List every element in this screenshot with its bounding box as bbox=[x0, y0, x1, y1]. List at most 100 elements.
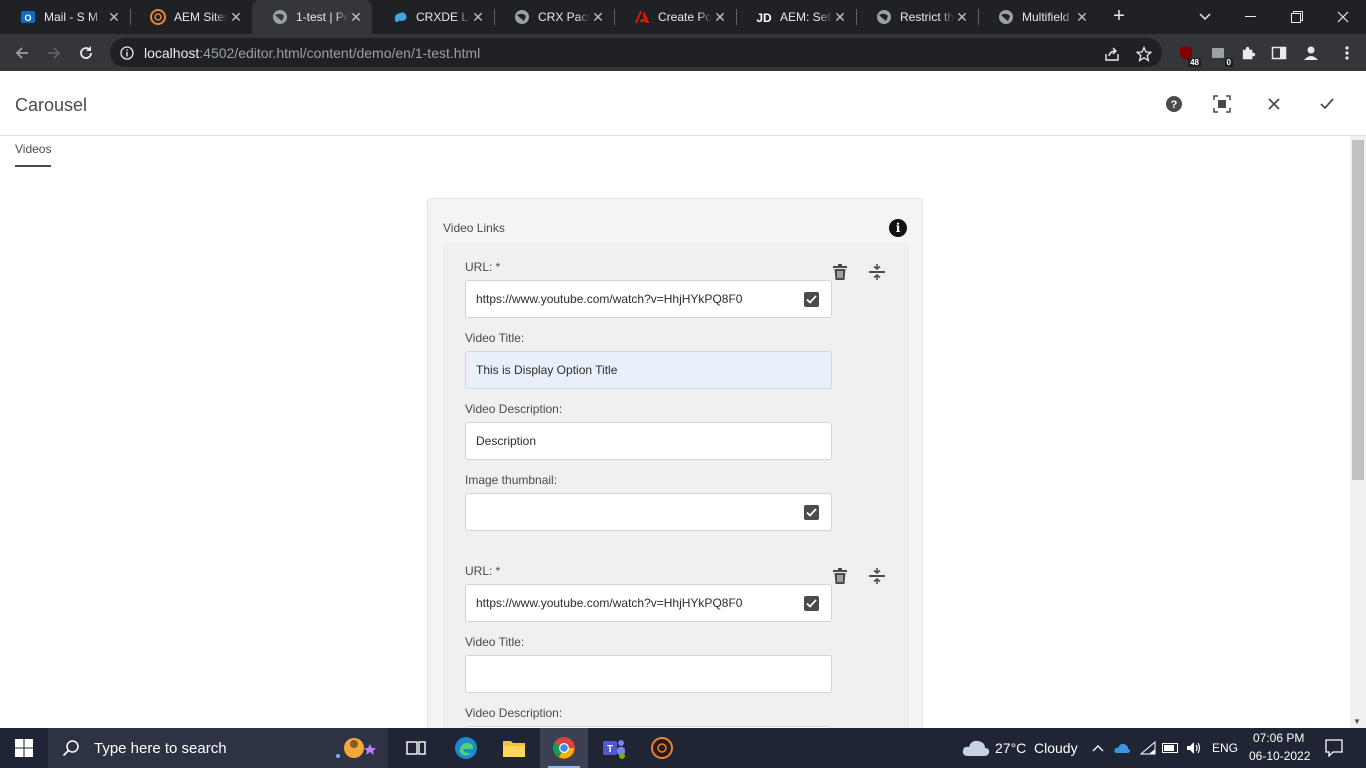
task-view-button[interactable] bbox=[392, 728, 440, 768]
close-tab-icon[interactable]: ✕ bbox=[954, 9, 970, 26]
close-tab-icon[interactable]: ✕ bbox=[470, 9, 486, 26]
chrome-taskbar-icon[interactable] bbox=[540, 728, 588, 768]
side-panel-icon[interactable] bbox=[1268, 42, 1290, 64]
url-picker-button[interactable] bbox=[792, 280, 832, 318]
thumbnail-picker-button[interactable] bbox=[792, 493, 832, 531]
image-thumbnail-input[interactable] bbox=[465, 493, 793, 531]
browser-tab-create-post[interactable]: Create Pos ✕ bbox=[614, 0, 736, 34]
dialog-header: Carousel ? bbox=[0, 71, 1366, 136]
clock-date[interactable]: 06-10-2022 bbox=[1249, 749, 1310, 763]
weather-temperature[interactable]: 27°C bbox=[995, 740, 1026, 756]
close-tab-icon[interactable]: ✕ bbox=[228, 9, 244, 26]
svg-text:?: ? bbox=[1171, 99, 1178, 111]
browser-tab-multifield[interactable]: Multifield ✕ bbox=[978, 0, 1098, 34]
outlook-icon: O bbox=[20, 9, 36, 25]
video-title-label: Video Title: bbox=[465, 635, 525, 649]
close-tab-icon[interactable]: ✕ bbox=[1074, 9, 1090, 26]
minimize-button[interactable] bbox=[1228, 0, 1274, 34]
bookmark-star-icon[interactable] bbox=[1135, 45, 1153, 63]
crxde-icon bbox=[392, 9, 408, 25]
info-icon[interactable]: i bbox=[889, 219, 907, 237]
browser-tab-1-test[interactable]: 1-test | Pe ✕ bbox=[252, 0, 372, 34]
search-placeholder: Type here to search bbox=[94, 739, 227, 757]
language-indicator[interactable]: ENG bbox=[1212, 741, 1238, 755]
video-description-input[interactable]: Description bbox=[465, 422, 832, 460]
back-button[interactable] bbox=[9, 40, 35, 66]
tab-title: Restrict the bbox=[900, 10, 954, 24]
url-label: URL: * bbox=[465, 564, 501, 578]
network-icon[interactable] bbox=[1140, 740, 1156, 756]
scrollbar-thumb[interactable] bbox=[1352, 140, 1364, 480]
extension-icon[interactable]: 0 bbox=[1207, 42, 1233, 67]
address-bar[interactable]: localhost:4502/editor.html/content/demo/… bbox=[110, 38, 1162, 67]
onedrive-icon[interactable] bbox=[1114, 740, 1130, 756]
close-icon[interactable] bbox=[1264, 94, 1284, 114]
tab-title: Mail - S M bbox=[44, 10, 98, 24]
edge-browser-icon[interactable] bbox=[442, 728, 490, 768]
search-highlight-icon[interactable] bbox=[330, 734, 380, 767]
tab-videos[interactable]: Videos bbox=[15, 142, 52, 167]
clock-time[interactable]: 07:06 PM bbox=[1253, 731, 1304, 745]
scroll-down-arrow-icon[interactable]: ▼ bbox=[1353, 717, 1361, 726]
forward-button[interactable] bbox=[41, 40, 67, 66]
globe-icon bbox=[998, 9, 1014, 25]
video-title-input[interactable] bbox=[465, 655, 832, 693]
svg-text:O: O bbox=[24, 13, 31, 23]
weather-condition[interactable]: Cloudy bbox=[1034, 740, 1078, 756]
extension-badge: 0 bbox=[1224, 58, 1233, 67]
url-text: localhost:4502/editor.html/content/demo/… bbox=[144, 45, 480, 61]
close-tab-icon[interactable]: ✕ bbox=[106, 9, 122, 26]
profile-icon[interactable] bbox=[1300, 42, 1322, 64]
adobe-icon bbox=[634, 9, 650, 25]
close-window-button[interactable] bbox=[1320, 0, 1366, 34]
chrome-menu-icon[interactable] bbox=[1336, 42, 1358, 64]
delete-trash-icon[interactable] bbox=[830, 566, 850, 586]
url-input[interactable]: https://www.youtube.com/watch?v=HhjHYkPQ… bbox=[465, 280, 793, 318]
help-icon[interactable]: ? bbox=[1164, 94, 1184, 114]
puzzle-icon[interactable] bbox=[1237, 42, 1259, 64]
checkbox-icon bbox=[804, 595, 819, 611]
teams-icon[interactable]: T bbox=[590, 728, 638, 768]
video-title-input[interactable]: This is Display Option Title bbox=[465, 351, 832, 389]
close-tab-icon[interactable]: ✕ bbox=[712, 9, 728, 26]
video-description-label: Video Description: bbox=[465, 402, 563, 416]
taskbar-search-box[interactable]: Type here to search bbox=[48, 728, 388, 768]
tab-search-button[interactable] bbox=[1182, 0, 1228, 34]
aem-taskbar-icon[interactable] bbox=[638, 728, 686, 768]
browser-tab-aem-sites[interactable]: AEM Sites ✕ bbox=[130, 0, 252, 34]
url-input[interactable]: https://www.youtube.com/watch?v=HhjHYkPQ… bbox=[465, 584, 793, 622]
dialog-scrollbar[interactable]: ▼ bbox=[1350, 136, 1366, 728]
checkbox-icon bbox=[804, 291, 819, 307]
fullscreen-icon[interactable] bbox=[1212, 94, 1232, 114]
image-thumbnail-label: Image thumbnail: bbox=[465, 473, 558, 487]
browser-tab-restrict[interactable]: Restrict the ✕ bbox=[856, 0, 978, 34]
volume-icon[interactable] bbox=[1186, 740, 1202, 756]
show-hidden-icons-chevron-icon[interactable] bbox=[1090, 740, 1106, 756]
url-label: URL: * bbox=[465, 260, 501, 274]
close-tab-icon[interactable]: ✕ bbox=[348, 9, 364, 26]
browser-tab-crx-package[interactable]: CRX Packa ✕ bbox=[494, 0, 614, 34]
share-icon[interactable] bbox=[1103, 45, 1121, 63]
battery-icon[interactable] bbox=[1162, 740, 1178, 756]
done-check-icon[interactable] bbox=[1317, 94, 1337, 114]
url-picker-button[interactable] bbox=[792, 584, 832, 622]
site-info-icon[interactable] bbox=[120, 45, 134, 60]
close-tab-icon[interactable]: ✕ bbox=[832, 9, 848, 26]
start-button[interactable] bbox=[0, 728, 48, 768]
multifield-label: Video Links bbox=[443, 221, 505, 235]
reorder-handle-icon[interactable] bbox=[867, 566, 887, 586]
new-tab-button[interactable]: + bbox=[1108, 5, 1130, 27]
file-explorer-icon[interactable] bbox=[490, 728, 538, 768]
reload-button[interactable] bbox=[73, 40, 99, 66]
browser-tab-aem-settings[interactable]: JD AEM: Setti ✕ bbox=[736, 0, 856, 34]
close-tab-icon[interactable]: ✕ bbox=[590, 9, 606, 26]
tab-title: CRXDE Lite bbox=[416, 10, 470, 24]
restore-button[interactable] bbox=[1274, 0, 1320, 34]
ublock-extension-icon[interactable]: 48 bbox=[1175, 42, 1201, 67]
notifications-icon[interactable] bbox=[1325, 739, 1343, 757]
cloudy-weather-icon[interactable] bbox=[962, 738, 990, 763]
browser-tab-mail[interactable]: O Mail - S M ✕ bbox=[0, 0, 130, 34]
reorder-handle-icon[interactable] bbox=[867, 262, 887, 282]
delete-trash-icon[interactable] bbox=[830, 262, 850, 282]
browser-tab-crxde[interactable]: CRXDE Lite ✕ bbox=[372, 0, 494, 34]
